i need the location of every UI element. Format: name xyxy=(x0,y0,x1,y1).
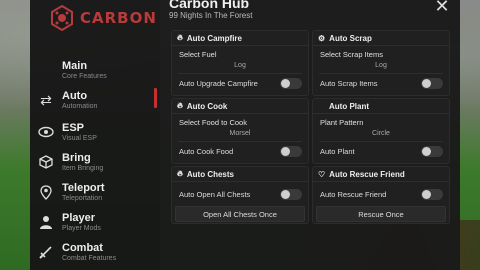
sidebar-item-esp[interactable]: ESP Visual ESP xyxy=(36,120,154,144)
toggle-label: Auto Open All Chests xyxy=(179,189,251,199)
toggle-row: Auto Open All Chests xyxy=(172,182,308,200)
sidebar-item-sublabel: Item Bringing xyxy=(62,164,104,172)
logo-text: CARBON xyxy=(80,9,157,27)
toggle-row: Auto Upgrade Campfire xyxy=(172,74,308,89)
sidebar-item-main[interactable]: Main Core Features xyxy=(36,58,154,82)
sidebar-item-sublabel: Player Mods xyxy=(62,224,101,232)
dropdown-label: Plant Pattern xyxy=(320,118,364,127)
dropdown-label: Select Scrap Items xyxy=(320,50,383,59)
flame-icon: 🔥︎ xyxy=(177,169,183,178)
toggle-label: Auto Rescue Friend xyxy=(320,189,387,199)
toggle-label: Auto Scrap Items xyxy=(320,78,378,88)
auto-rescue-friend-toggle[interactable] xyxy=(421,188,443,200)
auto-open-chests-toggle[interactable] xyxy=(280,188,302,200)
panel-title: Auto Scrap xyxy=(329,33,372,43)
toggle-knob xyxy=(422,146,431,156)
sidebar-item-label: ESP xyxy=(62,121,85,134)
toggle-row: Auto Scrap Items xyxy=(313,74,449,89)
app-logo: CARBON xyxy=(48,4,168,32)
sidebar-item-sublabel: Core Features xyxy=(62,72,107,80)
active-indicator xyxy=(154,88,157,108)
location-pin-icon xyxy=(36,182,56,202)
sidebar-item-label: Teleport xyxy=(62,181,105,194)
home-icon xyxy=(36,60,56,80)
sidebar-item-teleport[interactable]: Teleport Teleportation xyxy=(36,180,154,204)
page-title: Carbon Hub xyxy=(169,0,250,11)
rescue-once-button[interactable]: Rescue Once xyxy=(316,206,446,222)
sidebar-item-bring[interactable]: Bring Item Bringing xyxy=(36,150,154,174)
sidebar-item-label: Player xyxy=(62,211,96,224)
auto-cook-food-toggle[interactable] xyxy=(280,145,302,157)
food-dropdown[interactable]: Morsel xyxy=(172,130,308,137)
sidebar-item-combat[interactable]: Combat Combat Features xyxy=(36,240,154,264)
auto-plant-toggle[interactable] xyxy=(421,145,443,157)
panel-title: Auto Campfire xyxy=(186,33,242,43)
toggle-label: Auto Cook Food xyxy=(179,146,234,156)
panel-auto-scrap: ⚙ Auto Scrap Select Scrap Items Log Auto … xyxy=(312,30,450,96)
toggle-row: Auto Rescue Friend xyxy=(313,182,449,200)
cube-icon xyxy=(36,152,56,172)
plant-pattern-dropdown[interactable]: Circle xyxy=(313,130,449,137)
toggle-knob xyxy=(281,78,290,88)
gear-icon: ⚙ xyxy=(318,33,326,43)
toggle-knob xyxy=(422,78,431,88)
heart-icon: ♡ xyxy=(318,169,326,179)
sword-icon xyxy=(36,242,56,262)
dropdown-label: Select Fuel xyxy=(179,50,217,59)
sidebar-item-label: Main xyxy=(62,59,88,72)
fuel-dropdown[interactable]: Log xyxy=(172,62,308,69)
page-subtitle: 99 Nights In The Forest xyxy=(169,11,253,20)
person-icon xyxy=(36,212,56,232)
sidebar-item-sublabel: Teleportation xyxy=(62,194,103,202)
toggle-row: Auto Cook Food xyxy=(172,142,308,157)
scrap-items-dropdown[interactable]: Log xyxy=(313,62,449,69)
toggle-label: Auto Upgrade Campfire xyxy=(179,78,258,88)
carbon-logo-icon xyxy=(51,4,73,32)
eye-icon xyxy=(36,122,56,142)
arrows-icon: ⇄ xyxy=(40,91,52,108)
close-button[interactable]: ✕ xyxy=(432,0,452,16)
panel-auto-cook: 🔥︎ Auto Cook Select Food to Cook Morsel A… xyxy=(171,98,309,164)
sidebar-item-label: Bring xyxy=(62,151,91,164)
dropdown-label: Select Food to Cook xyxy=(179,118,247,127)
close-icon: ✕ xyxy=(434,0,450,16)
open-all-chests-button[interactable]: Open All Chests Once xyxy=(175,206,305,222)
panel-title: Auto Plant xyxy=(329,101,369,111)
auto-upgrade-campfire-toggle[interactable] xyxy=(280,77,302,89)
panel-title: Auto Cook xyxy=(186,101,228,111)
toggle-label: Auto Plant xyxy=(320,146,355,156)
sidebar-item-sublabel: Visual ESP xyxy=(62,134,97,142)
sidebar-item-sublabel: Automation xyxy=(62,102,98,110)
panel-auto-campfire: 🔥︎ Auto Campfire Select Fuel Log Auto Upg… xyxy=(171,30,309,96)
toggle-knob xyxy=(281,189,290,199)
toggle-row: Auto Plant xyxy=(313,142,449,157)
panel-auto-rescue: ♡ Auto Rescue Friend Auto Rescue Friend R… xyxy=(312,166,450,224)
panel-auto-plant: Auto Plant Plant Pattern Circle Auto Pla… xyxy=(312,98,450,164)
sidebar-item-auto[interactable]: ⇄ Auto Automation xyxy=(36,88,154,112)
sidebar-item-player[interactable]: Player Player Mods xyxy=(36,210,154,234)
toggle-knob xyxy=(422,189,431,199)
sidebar-item-label: Combat xyxy=(62,241,103,254)
toggle-knob xyxy=(281,146,290,156)
flame-icon: 🔥︎ xyxy=(177,101,183,110)
panel-auto-chests: 🔥︎ Auto Chests Auto Open All Chests Open … xyxy=(171,166,309,224)
panel-title: Auto Rescue Friend xyxy=(329,169,405,179)
auto-scrap-items-toggle[interactable] xyxy=(421,77,443,89)
sidebar-item-label: Auto xyxy=(62,89,88,102)
sidebar-item-sublabel: Combat Features xyxy=(62,254,117,262)
flame-icon: 🔥︎ xyxy=(177,33,183,42)
panel-title: Auto Chests xyxy=(186,169,234,179)
